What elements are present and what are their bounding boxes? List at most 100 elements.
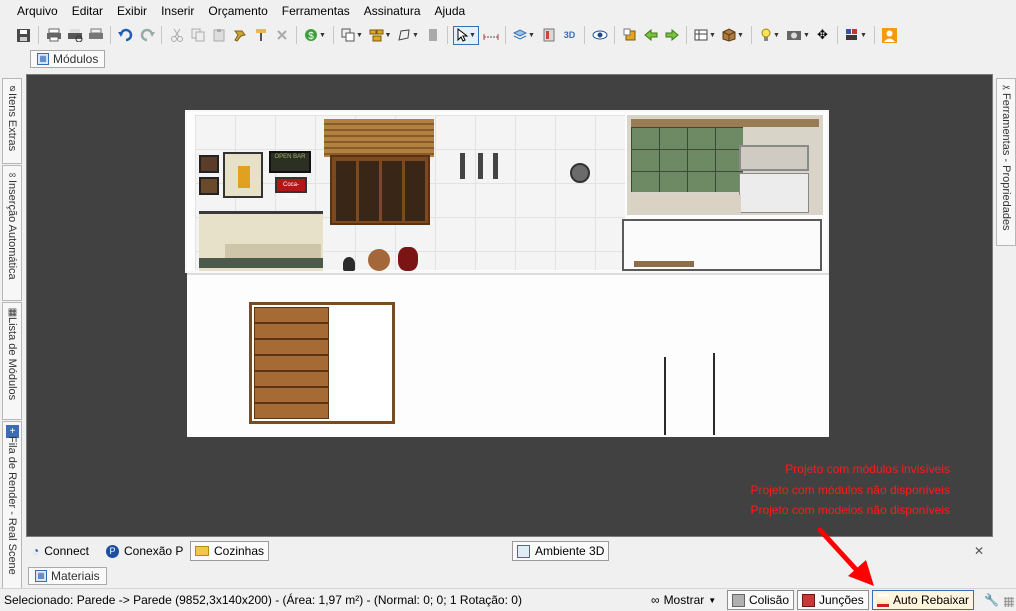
wall-clock	[570, 163, 590, 183]
menu-bar: Arquivo Editar Exibir Inserir Orçamento Ferra…	[0, 0, 1016, 22]
tab-conexao-label: Conexão P	[124, 544, 184, 558]
coke-sign: Coca-Cola	[275, 177, 307, 200]
menu-ferramentas[interactable]: Ferramentas	[275, 0, 357, 22]
utensil	[460, 153, 465, 179]
back-icon[interactable]	[641, 26, 660, 45]
tab-ambiente-3d[interactable]: Ambiente 3D	[512, 541, 610, 561]
move-icon[interactable]: ✥	[813, 26, 832, 45]
kitchen-counter	[622, 219, 822, 271]
side-tab-label: Ferramentas - Propriedades	[1000, 93, 1012, 231]
select-icon[interactable]: ▼	[453, 25, 479, 45]
menu-arquivo[interactable]: Arquivo	[10, 0, 65, 22]
juncoes-button[interactable]: Junções	[797, 590, 869, 610]
glasses-icon: ∞	[651, 593, 660, 607]
tab-materiais[interactable]: ▦ Materiais	[28, 567, 107, 585]
side-tab-ferramentas-propriedades[interactable]: ✂ Ferramentas - Propriedades	[996, 78, 1016, 246]
user-icon[interactable]	[880, 26, 899, 45]
folder-icon	[195, 546, 209, 556]
camera-frame-icon[interactable]: ▼	[692, 26, 718, 45]
menu-editar[interactable]: Editar	[65, 0, 110, 22]
notice-unavailable-models: Projeto com modelos não disponíveis	[750, 503, 950, 517]
tab-ambiente-label: Ambiente 3D	[535, 544, 605, 558]
side-tab-insercao-automatica[interactable]: ∞ Inserção Automática	[2, 165, 22, 301]
notice-unavailable-modules: Projeto com módulos não disponíveis	[750, 483, 950, 497]
door-icon[interactable]	[423, 26, 442, 45]
menu-orcamento[interactable]: Orçamento	[201, 0, 274, 22]
notice-invisible-modules: Projeto com módulos invisíveis	[785, 462, 950, 476]
paste-icon[interactable]	[209, 26, 228, 45]
light-icon[interactable]: ▼	[757, 26, 783, 45]
print-preview-icon[interactable]	[65, 26, 84, 45]
beer-poster	[223, 152, 263, 198]
format-painter-icon[interactable]	[230, 26, 249, 45]
wrench-icon[interactable]: 🔧	[980, 590, 1003, 610]
kitchen-wall	[627, 115, 823, 215]
left-side-tabs: ⌀ Itens Extras ∞ Inserção Automática ▦ L…	[2, 78, 22, 592]
cut-icon[interactable]	[167, 26, 186, 45]
right-side-tabs: ✂ Ferramentas - Propriedades	[996, 78, 1016, 247]
viewport-3d[interactable]: OPEN BAR Coca-Cola Projeto com módulos i…	[26, 74, 993, 537]
menu-ajuda[interactable]: Ajuda	[428, 0, 473, 22]
coke-sign-text: Coca-Cola	[282, 182, 299, 200]
jar	[398, 247, 418, 271]
auto-rebaixar-button[interactable]: Auto Rebaixar	[872, 590, 975, 610]
box-icon[interactable]: ▼	[720, 26, 746, 45]
camera-icon[interactable]: ▼	[785, 26, 811, 45]
eye-icon[interactable]	[590, 26, 609, 45]
save-icon[interactable]	[14, 26, 33, 45]
side-tab-label: Itens Extras	[6, 93, 18, 152]
forward-icon[interactable]	[662, 26, 681, 45]
auto-rebaixar-label: Auto Rebaixar	[893, 593, 970, 607]
tab-cozinhas[interactable]: Cozinhas	[190, 541, 270, 561]
tab-connect[interactable]: ◔ Connect	[28, 541, 93, 561]
picture-frame	[199, 155, 219, 173]
render-icon[interactable]: ▼	[511, 26, 537, 45]
side-tab-itens-extras[interactable]: ⌀ Itens Extras	[2, 78, 22, 164]
colisao-button[interactable]: Colisão	[727, 590, 795, 610]
measure-icon[interactable]	[481, 26, 500, 45]
tab-conexao[interactable]: P Conexão P	[102, 541, 187, 561]
colisao-label: Colisão	[749, 593, 790, 607]
edge-line	[713, 353, 715, 435]
print-icon[interactable]	[44, 26, 63, 45]
layers-icon[interactable]: ▼	[339, 26, 365, 45]
module-icon[interactable]	[539, 26, 558, 45]
resize-grip-icon[interactable]	[1004, 597, 1014, 607]
box-rotate-icon[interactable]	[620, 26, 639, 45]
copy-icon[interactable]	[188, 26, 207, 45]
group-icon[interactable]: ▼	[367, 26, 393, 45]
close-icon[interactable]: ✕	[970, 541, 988, 561]
selection-status: Selecionado: Parede -> Parede (9852,3x14…	[4, 593, 522, 607]
mostrar-dropdown[interactable]: ∞ Mostrar ▼	[647, 590, 720, 610]
tab-modulos[interactable]: ▦ Módulos	[30, 50, 106, 68]
budget-icon[interactable]: $ ▼	[302, 26, 328, 45]
bottle	[343, 257, 355, 271]
window-frame	[330, 155, 430, 225]
side-tab-lista-de-modulos[interactable]: ▦ Lista de Módulos	[2, 302, 22, 420]
clear-format-icon[interactable]	[251, 26, 270, 45]
menu-inserir[interactable]: Inserir	[154, 0, 201, 22]
modules-icon: ▦	[37, 53, 49, 65]
side-tab-label: Inserção Automática	[6, 180, 18, 280]
menu-exibir[interactable]: Exibir	[110, 0, 154, 22]
shape-icon[interactable]: ▼	[395, 26, 421, 45]
close-glyph: ✕	[974, 544, 985, 558]
side-tab-label: Lista de Módulos	[6, 317, 18, 401]
utensil	[478, 153, 483, 179]
color-icon[interactable]: ▼	[843, 26, 869, 45]
side-tab-fila-de-render[interactable]: + Fila de Render - Real Scene	[2, 421, 22, 591]
tab-modulos-label: Módulos	[53, 52, 99, 66]
delete-icon[interactable]	[272, 26, 291, 45]
tab-cozinhas-label: Cozinhas	[214, 544, 265, 558]
open-bar-sign-text: OPEN BAR	[274, 154, 306, 160]
ambiente-icon	[517, 544, 530, 558]
toolbar: $ ▼ ▼ ▼ ▼ ▼ ▼ 3D ▼ ▼ ▼ ▼ ✥ ▼	[0, 22, 1016, 48]
menu-assinatura[interactable]: Assinatura	[357, 0, 428, 22]
view-3d-icon[interactable]: 3D	[560, 26, 579, 45]
collision-icon	[732, 593, 745, 607]
redo-icon[interactable]	[137, 26, 156, 45]
print-setup-icon[interactable]	[86, 26, 105, 45]
undo-icon[interactable]	[116, 26, 135, 45]
juncoes-label: Junções	[819, 593, 864, 607]
svg-text:$: $	[308, 31, 314, 42]
